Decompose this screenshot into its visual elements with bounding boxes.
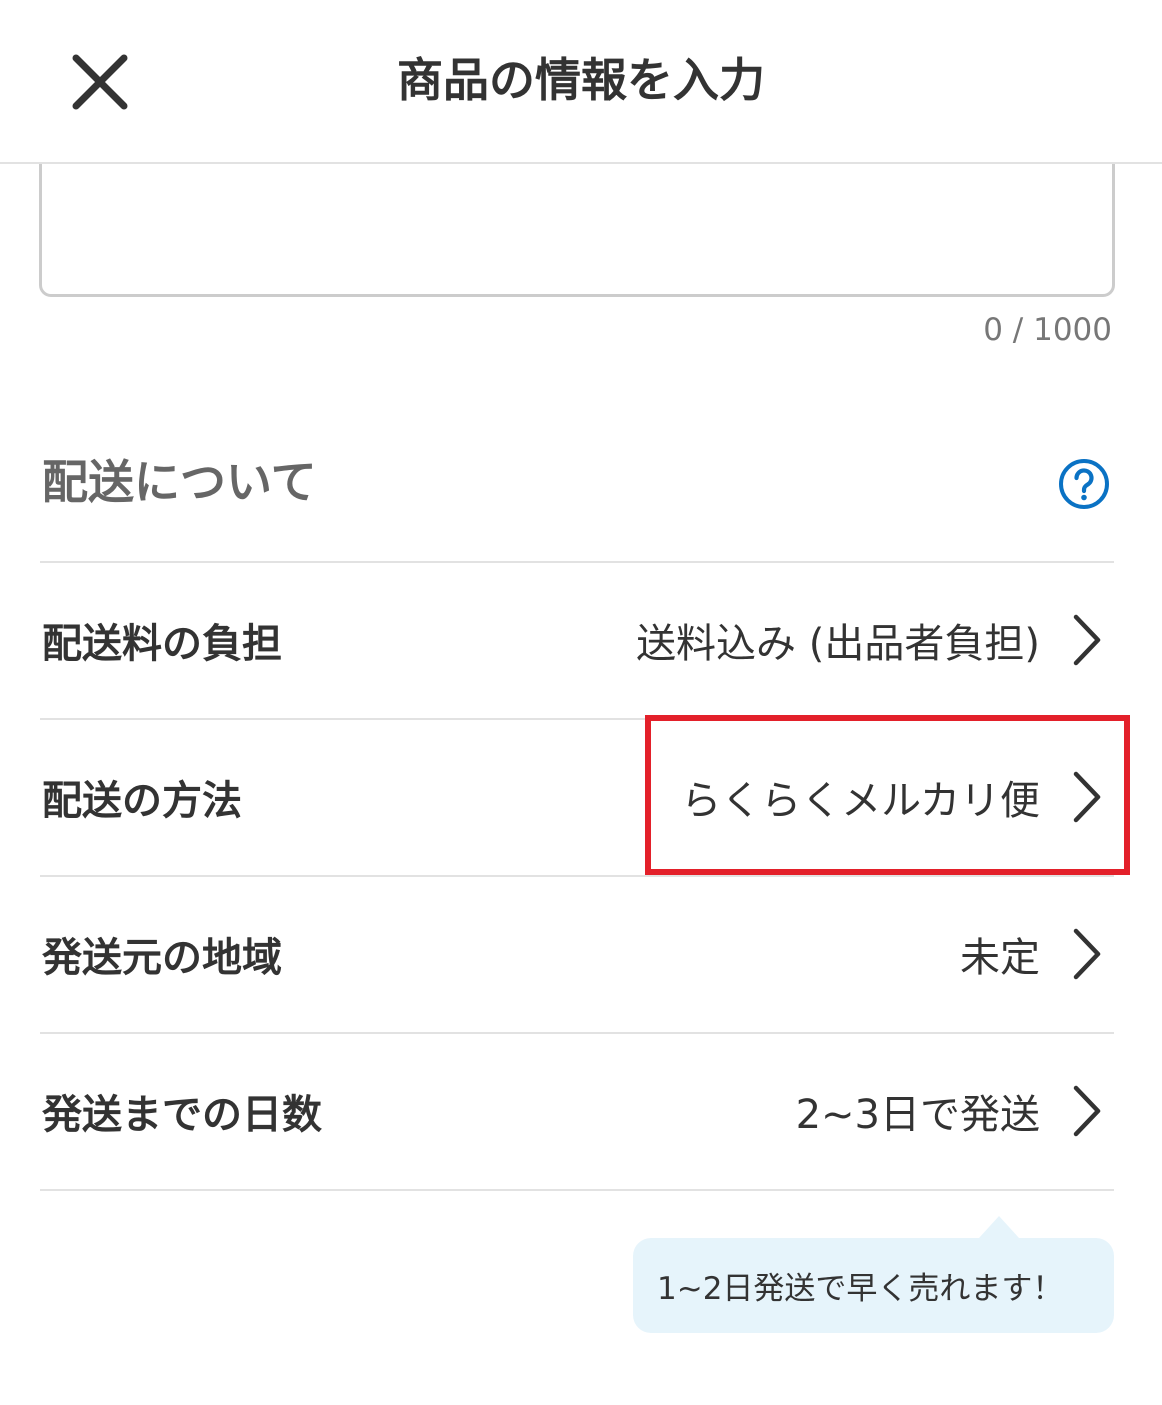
tooltip-text: 1~2日発送で早く売れます！ xyxy=(657,1271,1064,1307)
shipping-method-row[interactable]: 配送の方法 らくらくメルカリ便 xyxy=(40,720,1114,874)
days-to-ship-label: 発送までの日数 xyxy=(42,1092,322,1138)
chevron-right-icon xyxy=(1073,771,1101,823)
chevron-right-icon xyxy=(1073,614,1101,666)
shipping-fee-value: 送料込み (出品者負担) xyxy=(636,621,1040,667)
ship-from-region-row[interactable]: 発送元の地域 未定 xyxy=(40,877,1114,1031)
question-circle-icon[interactable] xyxy=(1057,457,1111,511)
divider xyxy=(40,1189,1114,1191)
chevron-right-icon xyxy=(1073,928,1101,980)
shipping-method-value: らくらくメルカリ便 xyxy=(681,778,1040,824)
ship-from-region-label: 発送元の地域 xyxy=(42,935,282,981)
ship-from-region-value: 未定 xyxy=(960,935,1040,981)
header: 商品の情報を入力 xyxy=(0,0,1162,164)
shipping-fee-row[interactable]: 配送料の負担 送料込み (出品者負担) xyxy=(40,563,1114,717)
shipping-fee-label: 配送料の負担 xyxy=(42,621,282,667)
shipping-section-title: 配送について xyxy=(42,455,317,509)
tooltip: 1~2日発送で早く売れます！ xyxy=(633,1216,1114,1333)
shipping-method-label: 配送の方法 xyxy=(42,778,242,824)
days-to-ship-value: 2~3日で発送 xyxy=(795,1092,1040,1138)
chevron-right-icon xyxy=(1073,1085,1101,1137)
page-title: 商品の情報を入力 xyxy=(397,53,765,107)
char-count: 0 / 1000 xyxy=(983,312,1112,348)
days-to-ship-row[interactable]: 発送までの日数 2~3日で発送 xyxy=(40,1034,1114,1188)
